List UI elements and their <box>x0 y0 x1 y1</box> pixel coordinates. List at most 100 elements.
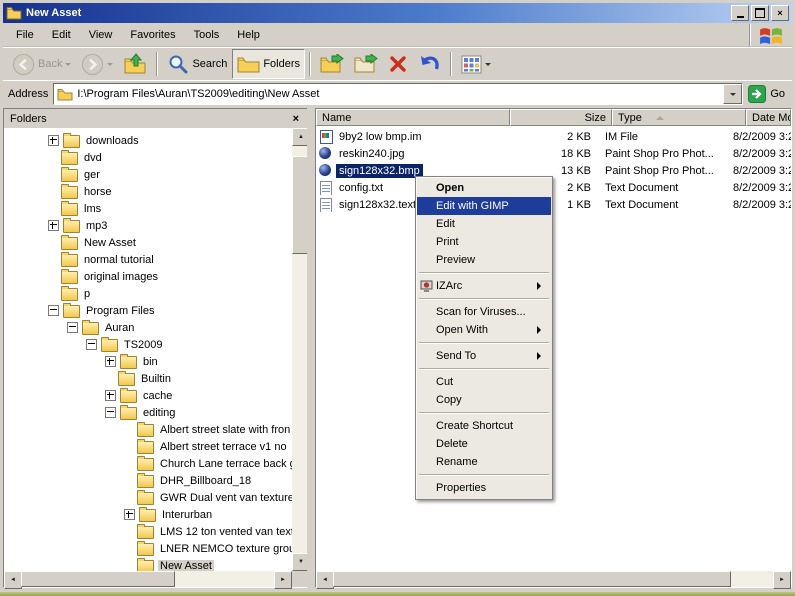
tree-expander-icon[interactable] <box>86 339 97 350</box>
menu-item-tools[interactable]: Tools <box>185 26 229 44</box>
tree-item[interactable]: p <box>4 285 292 302</box>
context-menu-item-edit-with-gimp[interactable]: Edit with GIMP <box>417 197 551 215</box>
scroll-left-icon[interactable]: ◄ <box>316 571 334 589</box>
files-horizontal-scrollbar[interactable]: ◄ ► <box>316 571 791 587</box>
tree-item[interactable]: Program Files <box>4 302 292 319</box>
tree-item[interactable]: horse <box>4 183 292 200</box>
tree-expander-icon[interactable] <box>67 322 78 333</box>
scrollbar-thumb[interactable] <box>292 156 308 254</box>
tree-item[interactable]: mp3 <box>4 217 292 234</box>
context-menu-item-scan-for-viruses[interactable]: Scan for Viruses... <box>417 303 551 321</box>
tree-item[interactable]: dvd <box>4 149 292 166</box>
column-header-size[interactable]: Size <box>510 109 612 126</box>
back-dropdown-icon[interactable] <box>65 63 71 69</box>
close-button[interactable]: × <box>771 5 789 21</box>
go-button[interactable]: Go <box>748 85 787 103</box>
tree-item[interactable]: bin <box>4 353 292 370</box>
address-input[interactable]: I:\Program Files\Auran\TS2009\editing\Ne… <box>53 83 743 105</box>
context-menu-item-edit[interactable]: Edit <box>417 215 551 233</box>
tree-item[interactable]: editing <box>4 404 292 421</box>
tree-expander-icon[interactable] <box>124 509 135 520</box>
context-menu-item-preview[interactable]: Preview <box>417 251 551 269</box>
tree-expander-icon[interactable] <box>105 356 116 367</box>
close-folders-pane-icon[interactable]: × <box>290 113 302 125</box>
tree-expander-icon[interactable] <box>48 135 59 146</box>
context-menu-item-delete[interactable]: Delete <box>417 435 551 453</box>
tree-item[interactable]: New Asset <box>4 234 292 251</box>
delete-button[interactable] <box>383 49 413 79</box>
tree-item[interactable]: LNER NEMCO texture group <box>4 540 292 557</box>
menu-item-file[interactable]: File <box>7 26 43 44</box>
folders-button[interactable]: Folders <box>232 49 305 79</box>
context-menu-item-create-shortcut[interactable]: Create Shortcut <box>417 417 551 435</box>
tree-item[interactable]: DHR_Billboard_18 <box>4 472 292 489</box>
context-menu-item-copy[interactable]: Copy <box>417 391 551 409</box>
windows-logo-icon <box>749 24 792 46</box>
tree-item[interactable]: original images <box>4 268 292 285</box>
address-dropdown-button[interactable] <box>723 84 742 104</box>
context-menu-item-open[interactable]: Open <box>417 179 551 197</box>
tree-horizontal-scrollbar[interactable]: ◄ ► <box>4 571 292 587</box>
tree-item[interactable]: Interurban <box>4 506 292 523</box>
tree-item[interactable]: New Asset <box>4 557 292 571</box>
back-button[interactable]: Back <box>7 49 76 79</box>
tree-item[interactable]: lms <box>4 200 292 217</box>
tree-indent <box>124 459 135 468</box>
search-button[interactable]: Search <box>162 49 232 79</box>
tree-expander-icon[interactable] <box>48 220 59 231</box>
context-menu-item-properties[interactable]: Properties <box>417 479 551 497</box>
file-row[interactable]: reskin240.jpg18 KBPaint Shop Pro Phot...… <box>316 145 791 162</box>
context-menu-item-open-with[interactable]: Open With <box>417 321 551 339</box>
maximize-button[interactable] <box>751 5 769 21</box>
tree-item[interactable]: Albert street terrace v1 no <box>4 438 292 455</box>
folder-icon <box>120 390 137 403</box>
tree-item[interactable]: Albert street slate with fron <box>4 421 292 438</box>
scroll-left-icon[interactable]: ◄ <box>4 571 22 589</box>
context-menu-item-send-to[interactable]: Send To <box>417 347 551 365</box>
column-header-type[interactable]: Type <box>612 109 746 126</box>
file-row[interactable]: config.txt2 KBText Document8/2/2009 3:20… <box>316 179 791 196</box>
tree-item[interactable]: LMS 12 ton vented van text <box>4 523 292 540</box>
tree-item[interactable]: TS2009 <box>4 336 292 353</box>
views-dropdown-icon[interactable] <box>485 63 491 69</box>
submenu-arrow-icon <box>537 326 545 334</box>
minimize-button[interactable] <box>731 5 749 21</box>
context-menu-item-print[interactable]: Print <box>417 233 551 251</box>
context-menu-item-cut[interactable]: Cut <box>417 373 551 391</box>
tree-expander-icon[interactable] <box>105 390 116 401</box>
file-row[interactable]: sign128x32.bmp13 KBPaint Shop Pro Phot..… <box>316 162 791 179</box>
copy-to-button[interactable] <box>349 49 383 79</box>
scrollbar-thumb[interactable] <box>21 571 175 587</box>
undo-button[interactable] <box>413 49 446 79</box>
scrollbar-thumb[interactable] <box>333 571 731 587</box>
file-row[interactable]: 9by2 low bmp.im2 KBIM File8/2/2009 3:20 … <box>316 128 791 145</box>
file-row[interactable]: sign128x32.textu1 KBText Document8/2/200… <box>316 196 791 213</box>
menu-item-view[interactable]: View <box>80 26 122 44</box>
tree-expander-icon[interactable] <box>48 305 59 316</box>
menu-item-favorites[interactable]: Favorites <box>121 26 184 44</box>
tree-item[interactable]: Builtin <box>4 370 292 387</box>
tree-vertical-scrollbar[interactable]: ▲ ▼ <box>292 128 308 571</box>
context-menu-item-izarc[interactable]: IZArc <box>417 277 551 295</box>
forward-button[interactable] <box>76 49 118 79</box>
tree-item[interactable]: normal tutorial <box>4 251 292 268</box>
move-to-button[interactable] <box>315 49 349 79</box>
tree-item[interactable]: GWR Dual vent van texture <box>4 489 292 506</box>
column-header-date[interactable]: Date Modified <box>746 109 791 126</box>
pane-splitter[interactable] <box>307 106 315 589</box>
menu-item-edit[interactable]: Edit <box>43 26 80 44</box>
up-button[interactable] <box>118 49 152 79</box>
tree-item[interactable]: Auran <box>4 319 292 336</box>
tree-item[interactable]: Church Lane terrace back g <box>4 455 292 472</box>
scroll-right-icon[interactable]: ► <box>274 571 292 589</box>
column-header-name[interactable]: Name <box>316 109 510 126</box>
scroll-right-icon[interactable]: ► <box>773 571 791 589</box>
tree-item[interactable]: cache <box>4 387 292 404</box>
views-button[interactable] <box>456 49 496 79</box>
tree-item[interactable]: downloads <box>4 132 292 149</box>
forward-dropdown-icon[interactable] <box>107 63 113 69</box>
tree-item[interactable]: ger <box>4 166 292 183</box>
tree-expander-icon[interactable] <box>105 407 116 418</box>
menu-item-help[interactable]: Help <box>228 26 269 44</box>
context-menu-item-rename[interactable]: Rename <box>417 453 551 471</box>
